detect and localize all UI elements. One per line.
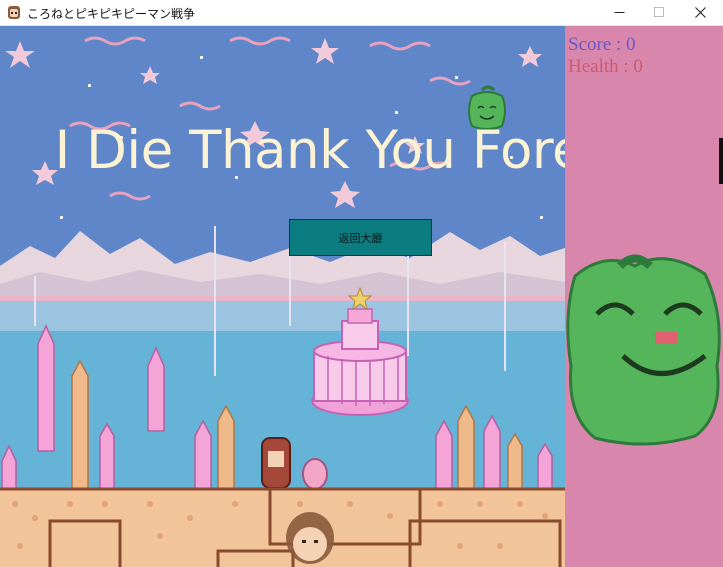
ground bbox=[0, 488, 565, 567]
window-title: ころねとピキピキピーマン戦争 bbox=[27, 7, 196, 21]
water-reflection bbox=[0, 301, 565, 331]
game-canvas bbox=[0, 26, 565, 567]
score-label: Score : 0 bbox=[568, 34, 636, 55]
window-edge-mark bbox=[719, 138, 723, 184]
close-button[interactable] bbox=[677, 0, 723, 25]
minimize-icon bbox=[614, 12, 624, 13]
game-scene bbox=[0, 26, 565, 567]
health-label: Health : 0 bbox=[568, 56, 643, 77]
return-to-lobby-button[interactable]: 返回大廳 bbox=[289, 219, 432, 256]
korone-face-icon bbox=[8, 6, 20, 19]
korone-player-sprite bbox=[286, 512, 334, 564]
window-titlebar: ころねとピキピキピーマン戦争 bbox=[0, 0, 723, 26]
maximize-icon bbox=[653, 7, 664, 17]
horizon-line bbox=[0, 296, 565, 301]
close-icon bbox=[694, 7, 706, 18]
maximize-button[interactable] bbox=[636, 0, 682, 25]
green-pepper-mascot-icon bbox=[566, 254, 721, 446]
